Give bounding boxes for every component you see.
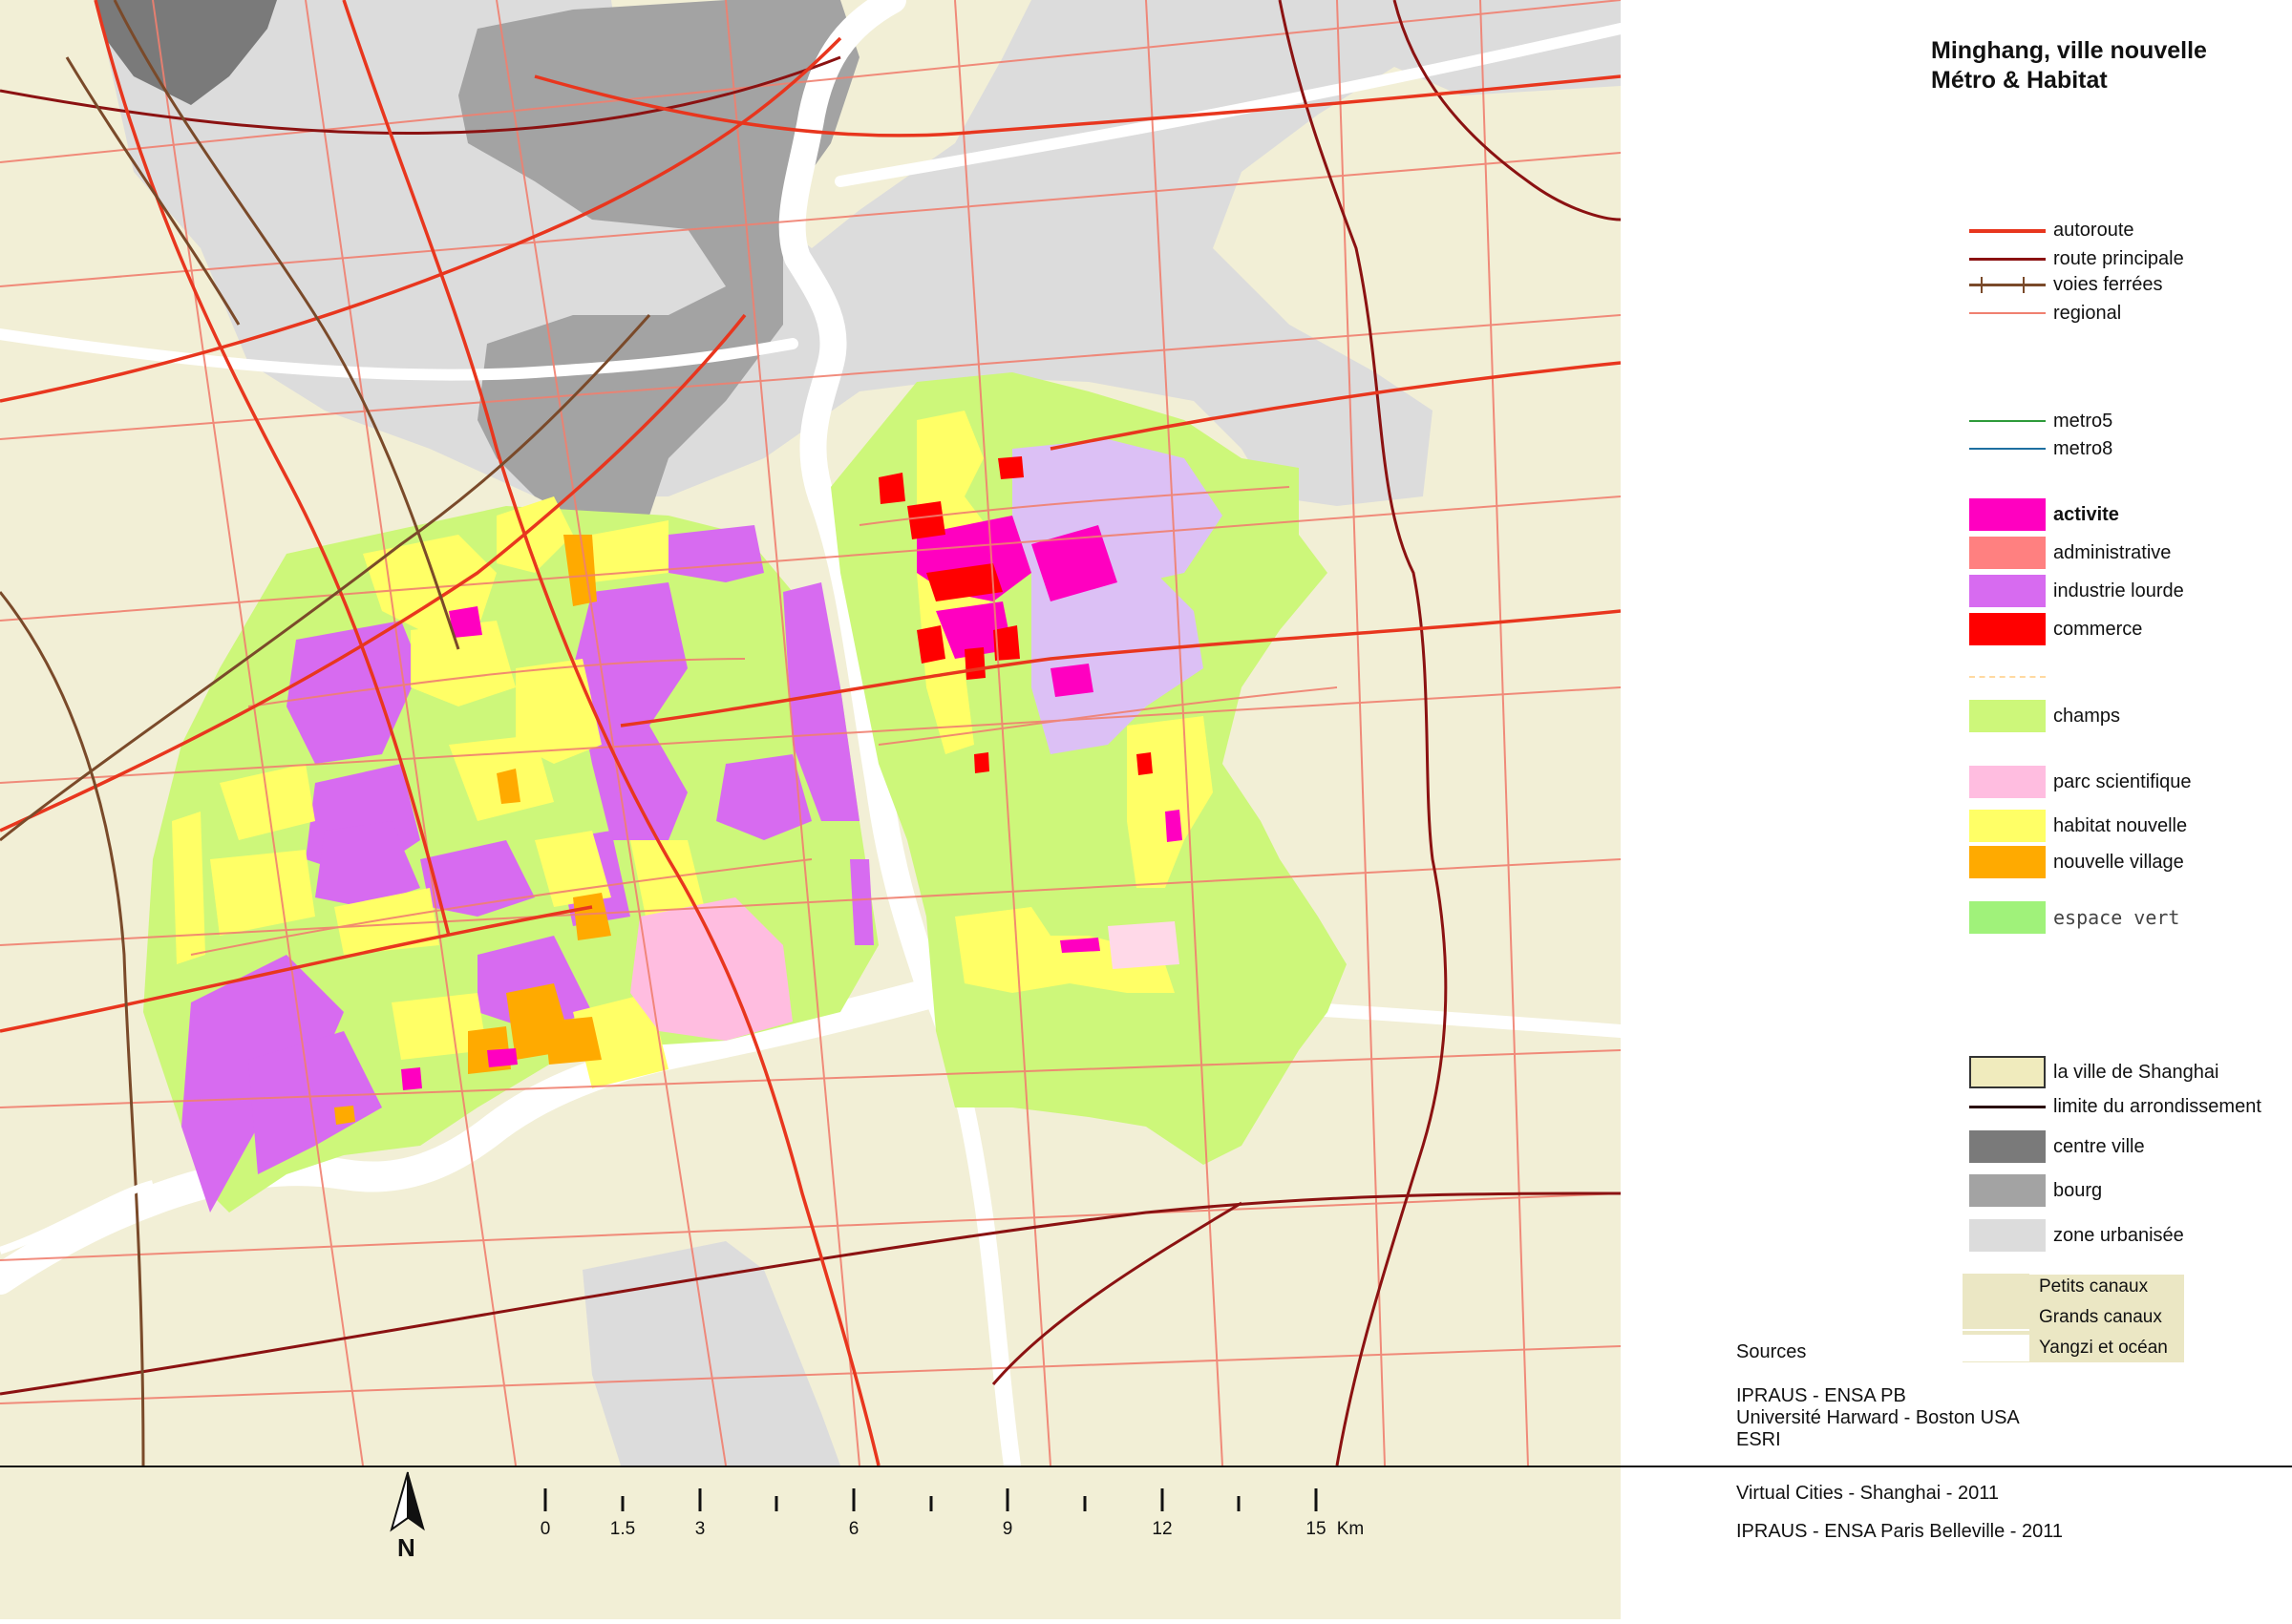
scale-bar-svg (543, 1488, 1318, 1511)
legend-activite: activite (1969, 498, 2119, 531)
legend-ville-shanghai: la ville de Shanghai (1969, 1056, 2218, 1088)
legend-espace-vert: espace vert (1969, 901, 2179, 934)
scale-tick-label: 6 (848, 1519, 860, 1539)
title-line-2: Métro & Habitat (1931, 67, 2108, 94)
legend-label: Petits canaux (2039, 1276, 2149, 1297)
legend-nouvelle-village: nouvelle village (1969, 846, 2184, 878)
source-item: IPRAUS - ENSA PB (1736, 1385, 1906, 1406)
legend-parc-scientifique: parc scientifique (1969, 766, 2192, 798)
legend-voies-ferrees: voies ferrées (1969, 268, 2163, 301)
legend-label: autoroute (2053, 219, 2134, 241)
title-line-1: Minghang, ville nouvelle (1931, 37, 2207, 64)
scale-unit-label: Km (1336, 1519, 1365, 1539)
scale-tick-label: 1.5 (609, 1519, 636, 1539)
legend-label: bourg (2053, 1179, 2103, 1201)
source-item: ESRI (1736, 1429, 1781, 1450)
legend-label: la ville de Shanghai (2053, 1061, 2219, 1083)
scale-tick-label: 15 (1305, 1519, 1326, 1539)
scale-tick-label: 9 (1002, 1519, 1013, 1539)
legend-yangzi-ocean: Yangzi et océan (1963, 1334, 2184, 1362)
legend-label: administrative (2053, 541, 2172, 563)
legend-label: commerce (2053, 618, 2143, 640)
legend-label: voies ferrées (2053, 273, 2163, 295)
credit-line-1: Virtual Cities - Shanghai - 2011 (1736, 1483, 1999, 1504)
source-item: Université Harward - Boston USA (1736, 1407, 2020, 1428)
legend-label: espace vert (2053, 906, 2180, 929)
legend-label: metro8 (2053, 437, 2113, 459)
legend-label: limite du arrondissement (2053, 1095, 2261, 1117)
legend-grands-canaux: Grands canaux (1963, 1303, 2184, 1332)
map-title: Minghang, ville nouvelle Métro & Habitat (1931, 36, 2207, 95)
legend-centre-ville: centre ville (1969, 1130, 2145, 1163)
legend-label: nouvelle village (2053, 851, 2184, 873)
scale-tick-label: 12 (1152, 1519, 1173, 1539)
legend-label: industrie lourde (2053, 580, 2184, 601)
legend-dashed-symbol (1969, 661, 2053, 693)
map-svg (0, 0, 1621, 1466)
legend-habitat-nouvelle: habitat nouvelle (1969, 810, 2187, 842)
legend-bourg: bourg (1969, 1174, 2102, 1207)
legend-label: parc scientifique (2053, 770, 2192, 792)
legend-label: metro5 (2053, 410, 2113, 432)
map-canvas[interactable] (0, 0, 1621, 1619)
legend-label: zone urbanisée (2053, 1224, 2184, 1246)
legend-commerce: commerce (1969, 613, 2142, 645)
credit-line-2: IPRAUS - ENSA Paris Belleville - 2011 (1736, 1521, 2063, 1542)
scale-bar: 0 1.5 3 6 9 12 15 Km (0, 1467, 1621, 1619)
legend-metro8: metro8 (1969, 432, 2112, 465)
legend-limite-arrondissement: limite du arrondissement (1969, 1090, 2261, 1123)
legend-regional: regional (1969, 297, 2121, 329)
scale-tick-label: 3 (694, 1519, 706, 1539)
legend-petits-canaux: Petits canaux (1963, 1273, 2184, 1301)
legend-champs: champs (1969, 700, 2120, 732)
legend-zone-urbanisee: zone urbanisée (1969, 1219, 2184, 1252)
sources-heading: Sources (1736, 1341, 1807, 1362)
legend-industrie-lourde: industrie lourde (1969, 575, 2184, 607)
legend-label: champs (2053, 705, 2121, 727)
legend-label: Grands canaux (2039, 1307, 2162, 1327)
legend-label: Yangzi et océan (2039, 1338, 2168, 1358)
legend-administrative: administrative (1969, 537, 2171, 569)
legend-label: centre ville (2053, 1135, 2145, 1157)
legend-autoroute: autoroute (1969, 214, 2134, 246)
scale-tick-label: 0 (540, 1519, 551, 1539)
legend-label: habitat nouvelle (2053, 814, 2188, 836)
legend-label: activite (2053, 503, 2119, 525)
legend-label: regional (2053, 302, 2122, 324)
legend-label: route principale (2053, 247, 2184, 269)
legend-panel (1621, 0, 2292, 1466)
